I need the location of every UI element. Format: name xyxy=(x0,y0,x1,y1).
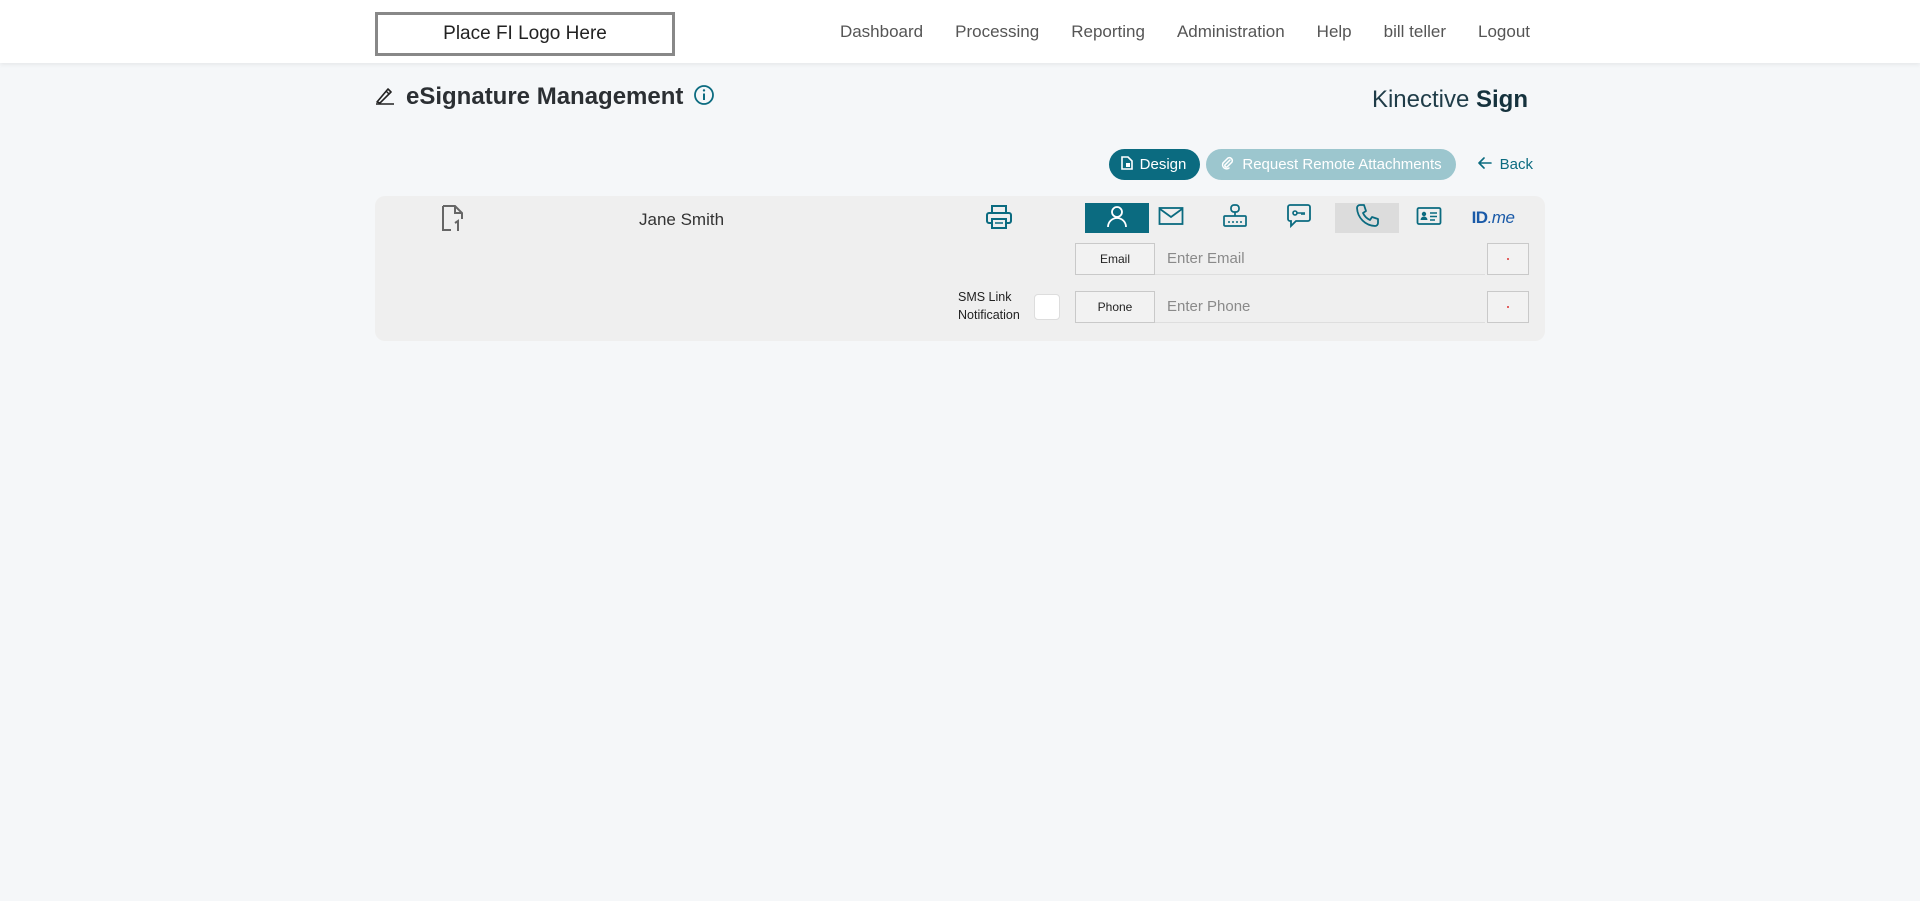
paperclip-icon xyxy=(1220,156,1234,174)
signer-name: Jane Smith xyxy=(639,210,725,229)
sms-label-line1: SMS Link xyxy=(958,290,1012,304)
info-icon[interactable] xyxy=(693,84,715,111)
tab-idme[interactable]: ID.me xyxy=(1461,203,1525,233)
email-required-indicator xyxy=(1487,243,1529,275)
top-bar: Place FI Logo Here Dashboard Processing … xyxy=(0,0,1920,63)
phone-field[interactable] xyxy=(1155,291,1485,323)
tab-kba[interactable] xyxy=(1203,203,1267,233)
nav-processing[interactable]: Processing xyxy=(955,22,1039,42)
main-nav: Dashboard Processing Reporting Administr… xyxy=(840,0,1530,63)
sms-label-line2: Notification xyxy=(958,308,1020,322)
email-label: Email xyxy=(1075,243,1155,275)
email-field[interactable] xyxy=(1155,243,1485,275)
action-bar: Design Request Remote Attachments Back xyxy=(1108,149,1533,180)
signer-panel: Jane Smith ID.me Email SMS Link Notifica… xyxy=(375,196,1545,341)
page-header: eSignature Management xyxy=(374,83,715,111)
phone-required-indicator xyxy=(1487,291,1529,323)
kinective-sign-logo: Kinective Sign xyxy=(1372,86,1528,114)
mail-icon xyxy=(1158,206,1184,231)
back-label: Back xyxy=(1499,156,1533,173)
nav-dashboard[interactable]: Dashboard xyxy=(840,22,923,42)
signature-pen-icon xyxy=(374,85,396,110)
router-lock-icon xyxy=(1222,203,1248,234)
sms-link-notification-checkbox[interactable] xyxy=(1034,294,1060,320)
tab-sms-code[interactable] xyxy=(1267,203,1331,233)
tab-phone[interactable] xyxy=(1335,203,1399,233)
printer-icon[interactable] xyxy=(985,204,1013,235)
sms-link-notification-label: SMS Link Notification xyxy=(958,288,1020,324)
nav-help[interactable]: Help xyxy=(1317,22,1352,42)
tab-email[interactable] xyxy=(1139,203,1203,233)
design-button[interactable]: Design xyxy=(1108,149,1201,180)
document-number-icon xyxy=(441,204,465,237)
remote-label: Request Remote Attachments xyxy=(1242,156,1442,173)
nav-logout[interactable]: Logout xyxy=(1478,22,1530,42)
request-remote-attachments-button[interactable]: Request Remote Attachments xyxy=(1206,149,1456,180)
idme-text-b: .me xyxy=(1487,208,1515,227)
fi-logo-placeholder[interactable]: Place FI Logo Here xyxy=(375,12,675,56)
brand-light: Kinective xyxy=(1371,86,1476,113)
chat-key-icon xyxy=(1286,203,1312,234)
idme-text-a: ID xyxy=(1471,208,1489,227)
person-icon xyxy=(1105,204,1129,233)
id-card-icon xyxy=(1416,206,1442,231)
page-title: eSignature Management xyxy=(406,83,684,110)
nav-user[interactable]: bill teller xyxy=(1384,22,1446,42)
idme-logo: ID.me xyxy=(1472,208,1515,228)
document-icon xyxy=(1120,155,1133,174)
arrow-left-icon xyxy=(1477,156,1492,173)
nav-administration[interactable]: Administration xyxy=(1177,22,1285,42)
phone-label: Phone xyxy=(1075,291,1155,323)
phone-icon xyxy=(1354,203,1380,234)
design-label: Design xyxy=(1139,156,1187,173)
back-button[interactable]: Back xyxy=(1462,149,1533,180)
tab-id-verification[interactable] xyxy=(1397,203,1461,233)
nav-reporting[interactable]: Reporting xyxy=(1071,22,1145,42)
brand-bold: Sign xyxy=(1476,86,1528,113)
